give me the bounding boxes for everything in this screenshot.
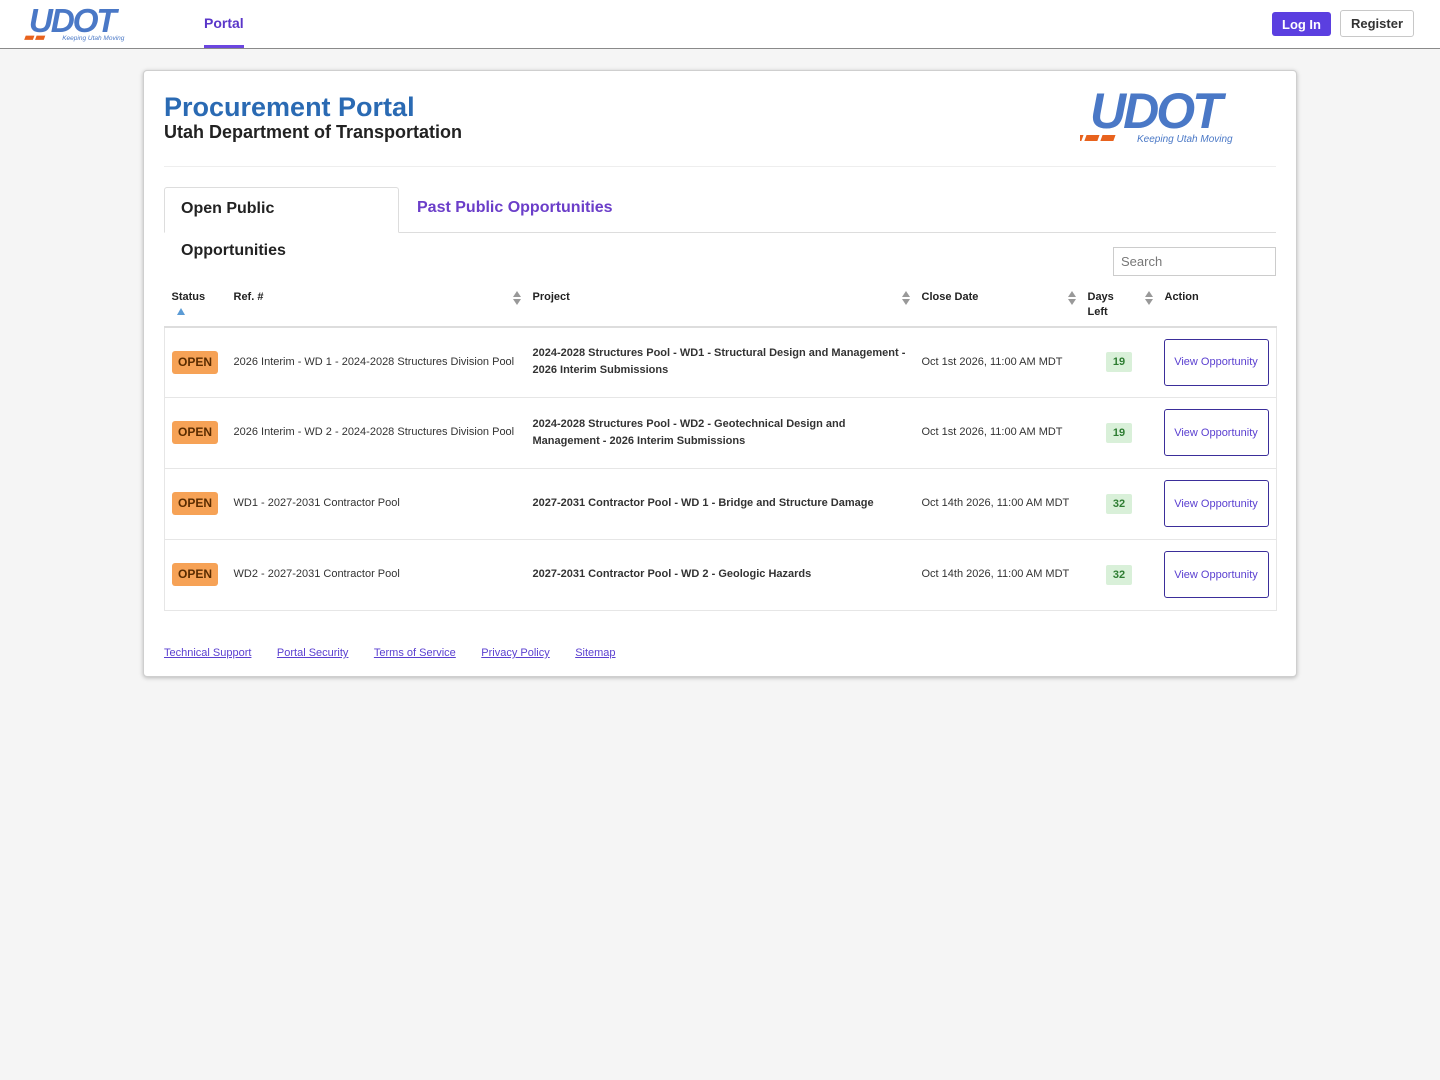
page-subtitle: Utah Department of Transportation <box>164 122 463 142</box>
svg-text:UDOT: UDOT <box>1090 87 1227 139</box>
days-left-badge: 19 <box>1105 352 1133 373</box>
table-row: OPEN WD2 - 2027-2031 Contractor Pool 202… <box>164 539 1277 611</box>
column-header-project[interactable]: Project <box>525 283 915 328</box>
page-title: Procurement Portal <box>164 92 415 122</box>
view-opportunity-button[interactable]: View Opportunity <box>1163 409 1269 456</box>
project-cell: 2024-2028 Structures Pool - WD2 - Geotec… <box>525 397 915 469</box>
top-navbar: UDOT Keeping Utah Moving Portal Log In R… <box>0 0 1440 49</box>
project-cell: 2024-2028 Structures Pool - WD1 - Struct… <box>525 327 915 398</box>
close-date-cell: Oct 14th 2026, 11:00 AM MDT <box>914 468 1081 540</box>
view-opportunity-button[interactable]: View Opportunity <box>1163 338 1269 386</box>
status-badge: OPEN <box>172 563 219 586</box>
days-left-badge: 19 <box>1105 422 1133 443</box>
column-header-status[interactable]: Status <box>164 283 227 328</box>
sort-icon <box>1144 291 1153 305</box>
ref-cell: 2026 Interim - WD 1 - 2024-2028 Structur… <box>226 327 526 398</box>
nav-portal[interactable]: Portal <box>204 0 244 48</box>
column-header-project-label: Project <box>532 291 570 303</box>
procurement-card: Procurement Portal Utah Department of Tr… <box>143 70 1297 677</box>
view-opportunity-button[interactable]: View Opportunity <box>1163 480 1269 527</box>
footer-link-sitemap[interactable]: Sitemap <box>575 647 615 659</box>
nav-active-indicator <box>204 45 244 48</box>
table-header-row: Status Ref. # Project Close Date Days Le… <box>164 283 1277 328</box>
udot-logo[interactable]: UDOT Keeping Utah Moving <box>24 3 170 45</box>
sort-icon <box>901 291 910 305</box>
footer-link-technical-support[interactable]: Technical Support <box>164 647 251 659</box>
column-header-action-label: Action <box>1164 291 1199 303</box>
table-row: OPEN 2026 Interim - WD 1 - 2024-2028 Str… <box>164 327 1277 398</box>
search-input[interactable] <box>1113 247 1276 276</box>
column-header-close-date[interactable]: Close Date <box>914 283 1081 328</box>
days-left-badge: 32 <box>1105 564 1133 585</box>
column-header-close-date-label: Close Date <box>921 291 979 303</box>
column-header-days-left-label: Days Left <box>1087 291 1114 318</box>
ref-cell: WD2 - 2027-2031 Contractor Pool <box>226 539 526 611</box>
sort-icon <box>1067 291 1076 305</box>
close-date-cell: Oct 1st 2026, 11:00 AM MDT <box>914 327 1081 398</box>
footer-link-portal-security[interactable]: Portal Security <box>277 647 349 659</box>
project-cell: 2027-2031 Contractor Pool - WD 2 - Geolo… <box>525 539 915 611</box>
days-left-badge: 32 <box>1105 493 1133 514</box>
table-row: OPEN 2026 Interim - WD 2 - 2024-2028 Str… <box>164 397 1277 469</box>
footer-links: Technical Support Portal Security Terms … <box>164 643 637 659</box>
ref-cell: 2026 Interim - WD 2 - 2024-2028 Structur… <box>226 397 526 469</box>
column-header-ref[interactable]: Ref. # <box>226 283 526 328</box>
login-button[interactable]: Log In <box>1272 12 1331 36</box>
column-header-ref-label: Ref. # <box>233 291 264 303</box>
close-date-cell: Oct 1st 2026, 11:00 AM MDT <box>914 397 1081 469</box>
sort-ascending-icon <box>176 308 185 315</box>
ref-cell: WD1 - 2027-2031 Contractor Pool <box>226 468 526 540</box>
svg-text:Keeping Utah Moving: Keeping Utah Moving <box>62 35 125 42</box>
column-header-days-left[interactable]: Days Left <box>1080 283 1158 328</box>
header-divider <box>164 166 1276 167</box>
column-header-status-label: Status <box>171 291 206 303</box>
status-badge: OPEN <box>172 421 219 444</box>
column-header-action: Action <box>1157 283 1277 328</box>
udot-logo-large: UDOT Keeping Utah Moving <box>1080 87 1233 145</box>
svg-text:Keeping Utah Moving: Keeping Utah Moving <box>1137 134 1233 145</box>
opportunities-table: Status Ref. # Project Close Date Days Le… <box>164 283 1277 611</box>
footer-link-privacy-policy[interactable]: Privacy Policy <box>481 647 549 659</box>
table-row: OPEN WD1 - 2027-2031 Contractor Pool 202… <box>164 468 1277 540</box>
view-opportunity-button[interactable]: View Opportunity <box>1163 551 1269 598</box>
footer-link-terms-of-service[interactable]: Terms of Service <box>374 647 456 659</box>
status-badge: OPEN <box>172 492 219 515</box>
register-button[interactable]: Register <box>1340 10 1414 37</box>
close-date-cell: Oct 14th 2026, 11:00 AM MDT <box>914 539 1081 611</box>
opportunity-tabs: Open Public Opportunities Past Public Op… <box>164 187 1276 259</box>
sort-icon <box>512 291 521 305</box>
tab-past-opportunities[interactable]: Past Public Opportunities <box>401 187 629 233</box>
project-cell: 2027-2031 Contractor Pool - WD 1 - Bridg… <box>525 468 915 540</box>
status-badge: OPEN <box>172 350 219 374</box>
nav-portal-label: Portal <box>204 15 244 31</box>
tab-open-opportunities[interactable]: Open Public Opportunities <box>164 187 399 259</box>
